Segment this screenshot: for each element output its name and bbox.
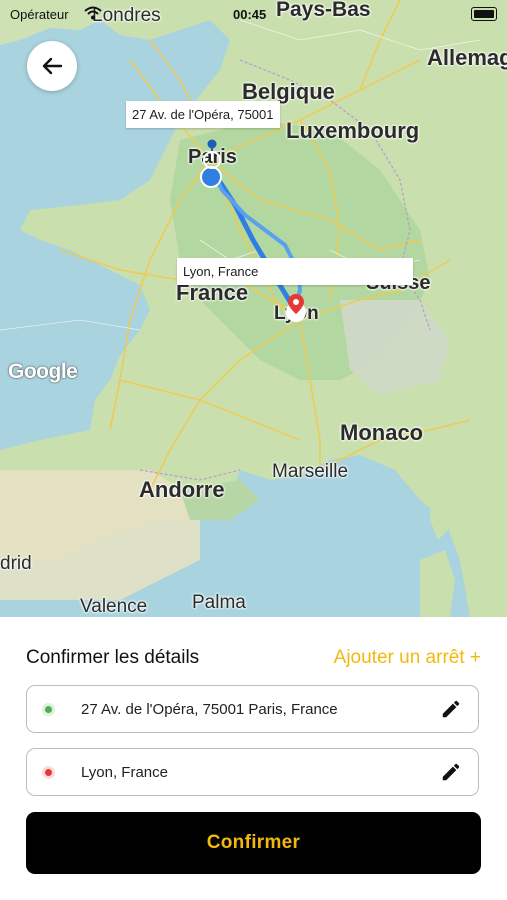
map-label-luxembourg: Luxembourg [286, 118, 420, 143]
status-bar: Opérateur 00:45 [0, 0, 507, 28]
origin-text: 27 Av. de l'Opéra, 75001 Paris, France [81, 701, 338, 718]
origin-field[interactable]: 27 Av. de l'Opéra, 75001 Paris, France [26, 685, 479, 733]
destination-dot-icon [45, 769, 52, 776]
arrow-left-icon [42, 57, 63, 75]
google-logo: Google [8, 360, 78, 383]
map-label-monaco: Monaco [340, 420, 424, 445]
wifi-icon [84, 6, 102, 20]
destination-text: Lyon, France [81, 764, 168, 781]
confirm-button[interactable]: Confirmer [26, 812, 481, 874]
map-label-allemagne: Allemag [427, 45, 507, 70]
trip-details-panel: Confirmer les détails Ajouter un arrêt +… [0, 617, 507, 900]
route-map[interactable]: Londres Pays-Bas Allemag Belgique Luxemb… [0, 0, 507, 617]
clock: 00:45 [233, 7, 267, 22]
battery-icon [471, 7, 497, 21]
destination-field[interactable]: Lyon, France [26, 748, 479, 796]
map-label-madrid: drid [0, 553, 32, 574]
destination-pin-icon [286, 294, 306, 322]
origin-pin-icon [203, 139, 221, 169]
panel-title: Confirmer les détails [26, 647, 200, 668]
back-button[interactable] [27, 41, 77, 91]
map-label-andorre: Andorre [139, 477, 225, 502]
map-label-palma: Palma [192, 592, 246, 613]
map-label-marseille: Marseille [272, 461, 349, 482]
pencil-icon[interactable] [440, 698, 462, 720]
origin-dot-icon [45, 706, 52, 713]
carrier-label: Opérateur [10, 7, 69, 22]
pencil-icon[interactable] [440, 761, 462, 783]
destination-callout: Lyon, France [177, 258, 413, 285]
map-label-valence: Valence [80, 596, 148, 617]
add-stop-button[interactable]: Ajouter un arrêt + [334, 647, 481, 669]
origin-callout: 27 Av. de l'Opéra, 75001 [126, 101, 280, 128]
